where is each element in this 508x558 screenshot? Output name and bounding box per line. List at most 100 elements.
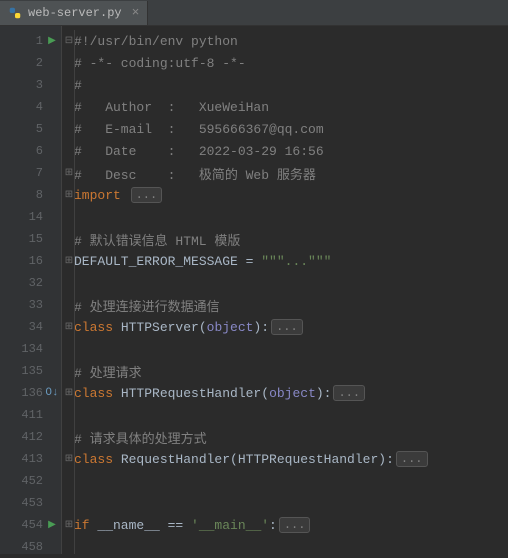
token-classname: HTTPRequestHandler (121, 386, 261, 401)
run-gutter-icon[interactable]: ▶ (45, 35, 59, 47)
code-line[interactable]: # 默认错误信息 HTML 模版 (64, 228, 508, 250)
line-number[interactable]: 452 (0, 470, 61, 492)
code-line[interactable]: ⊞class HTTPRequestHandler(object):... (64, 382, 508, 404)
token-default: ( (199, 320, 207, 335)
token-keyword: class (74, 320, 121, 335)
line-number[interactable]: 4 (0, 96, 61, 118)
code-line[interactable]: ⊞DEFAULT_ERROR_MESSAGE = """...""" (64, 250, 508, 272)
fold-icon[interactable]: ⊞ (64, 519, 74, 531)
run-gutter-icon[interactable]: ▶ (45, 519, 59, 531)
code-area[interactable]: ⊟#!/usr/bin/env python # -*- coding:utf-8… (62, 26, 508, 554)
token-classname: HTTPRequestHandler (238, 452, 378, 467)
line-number[interactable]: 136O↓ (0, 382, 61, 404)
line-number[interactable]: 15 (0, 228, 61, 250)
line-number[interactable]: 1▶ (0, 30, 61, 52)
fold-icon[interactable]: ⊞ (64, 453, 74, 465)
folded-region[interactable]: ... (279, 517, 311, 533)
token-comment: # -*- coding:utf-8 -*- (74, 56, 246, 71)
token-string: '__main__' (191, 518, 269, 533)
token-comment: # Desc : 极简的 Web 服务器 (74, 164, 316, 183)
code-line[interactable] (64, 272, 508, 294)
code-line[interactable] (64, 536, 508, 558)
tab-filename: web-server.py (28, 6, 122, 20)
code-line[interactable]: # (64, 74, 508, 96)
fold-icon[interactable]: ⊟ (64, 35, 74, 47)
code-line[interactable]: # Date : 2022-03-29 16:56 (64, 140, 508, 162)
line-number[interactable]: 411 (0, 404, 61, 426)
code-line[interactable]: # 处理连接进行数据通信 (64, 294, 508, 316)
fold-icon[interactable]: ⊞ (64, 189, 74, 201)
token-default: == (168, 518, 191, 533)
token-comment: # E-mail : 595666367@qq.com (74, 122, 324, 137)
token-var: __name__ (97, 518, 167, 533)
fold-icon[interactable]: ⊞ (64, 255, 74, 267)
line-number[interactable]: 7 (0, 162, 61, 184)
line-number[interactable]: 458 (0, 536, 61, 558)
tab-bar: web-server.py × (0, 0, 508, 26)
token-keyword: class (74, 386, 121, 401)
line-number[interactable]: 412 (0, 426, 61, 448)
token-comment: # (74, 78, 82, 93)
token-default: ( (261, 386, 269, 401)
line-number[interactable]: 453 (0, 492, 61, 514)
line-number[interactable]: 34 (0, 316, 61, 338)
code-line[interactable]: ⊟#!/usr/bin/env python (64, 30, 508, 52)
fold-icon[interactable]: ⊞ (64, 167, 74, 179)
file-tab[interactable]: web-server.py × (0, 1, 148, 25)
code-line[interactable]: # 处理请求 (64, 360, 508, 382)
folded-region[interactable]: ... (396, 451, 428, 467)
code-line[interactable] (64, 492, 508, 514)
line-number[interactable]: 6 (0, 140, 61, 162)
code-line[interactable]: ⊞class HTTPServer(object):... (64, 316, 508, 338)
override-gutter-icon[interactable]: O↓ (45, 387, 59, 399)
token-default: ( (230, 452, 238, 467)
token-string: """...""" (261, 254, 331, 269)
line-number[interactable]: 2 (0, 52, 61, 74)
token-default: ): (253, 320, 269, 335)
line-number[interactable]: 413 (0, 448, 61, 470)
code-line[interactable] (64, 470, 508, 492)
code-line[interactable]: # 请求具体的处理方式 (64, 426, 508, 448)
token-keyword: if (74, 518, 97, 533)
line-number[interactable]: 8 (0, 184, 61, 206)
token-default: : (269, 518, 277, 533)
code-line[interactable]: ⊞class RequestHandler(HTTPRequestHandler… (64, 448, 508, 470)
line-number[interactable]: 454▶ (0, 514, 61, 536)
folded-region[interactable]: ... (333, 385, 365, 401)
token-comment: # 请求具体的处理方式 (74, 428, 207, 447)
code-line[interactable] (64, 338, 508, 360)
indent-guide (74, 30, 75, 554)
line-number[interactable]: 33 (0, 294, 61, 316)
line-number[interactable]: 134 (0, 338, 61, 360)
fold-icon[interactable]: ⊞ (64, 321, 74, 333)
folded-region[interactable]: ... (271, 319, 303, 335)
gutter: 1▶2345678141516323334134135136O↓41141241… (0, 26, 62, 554)
code-line[interactable]: # E-mail : 595666367@qq.com (64, 118, 508, 140)
token-comment: # Author : XueWeiHan (74, 100, 269, 115)
code-line[interactable] (64, 404, 508, 426)
line-number[interactable]: 16 (0, 250, 61, 272)
line-number[interactable]: 14 (0, 206, 61, 228)
token-default: ): (378, 452, 394, 467)
token-comment: #!/usr/bin/env python (74, 34, 238, 49)
line-number[interactable]: 32 (0, 272, 61, 294)
code-line[interactable]: ⊞if __name__ == '__main__':... (64, 514, 508, 536)
token-classname: RequestHandler (121, 452, 230, 467)
line-number[interactable]: 3 (0, 74, 61, 96)
code-line[interactable]: # Author : XueWeiHan (64, 96, 508, 118)
token-builtin: object (207, 320, 254, 335)
token-comment: # 处理请求 (74, 362, 142, 381)
close-icon[interactable]: × (132, 5, 140, 20)
fold-icon[interactable]: ⊞ (64, 387, 74, 399)
token-keyword: class (74, 452, 121, 467)
line-number[interactable]: 5 (0, 118, 61, 140)
line-number[interactable]: 135 (0, 360, 61, 382)
token-comment: # 处理连接进行数据通信 (74, 296, 220, 315)
code-line[interactable]: # -*- coding:utf-8 -*- (64, 52, 508, 74)
code-line[interactable]: ⊞# Desc : 极简的 Web 服务器 (64, 162, 508, 184)
code-line[interactable] (64, 206, 508, 228)
code-line[interactable]: ⊞import ... (64, 184, 508, 206)
editor: 1▶2345678141516323334134135136O↓41141241… (0, 26, 508, 554)
folded-region[interactable]: ... (131, 187, 163, 203)
token-classname: HTTPServer (121, 320, 199, 335)
